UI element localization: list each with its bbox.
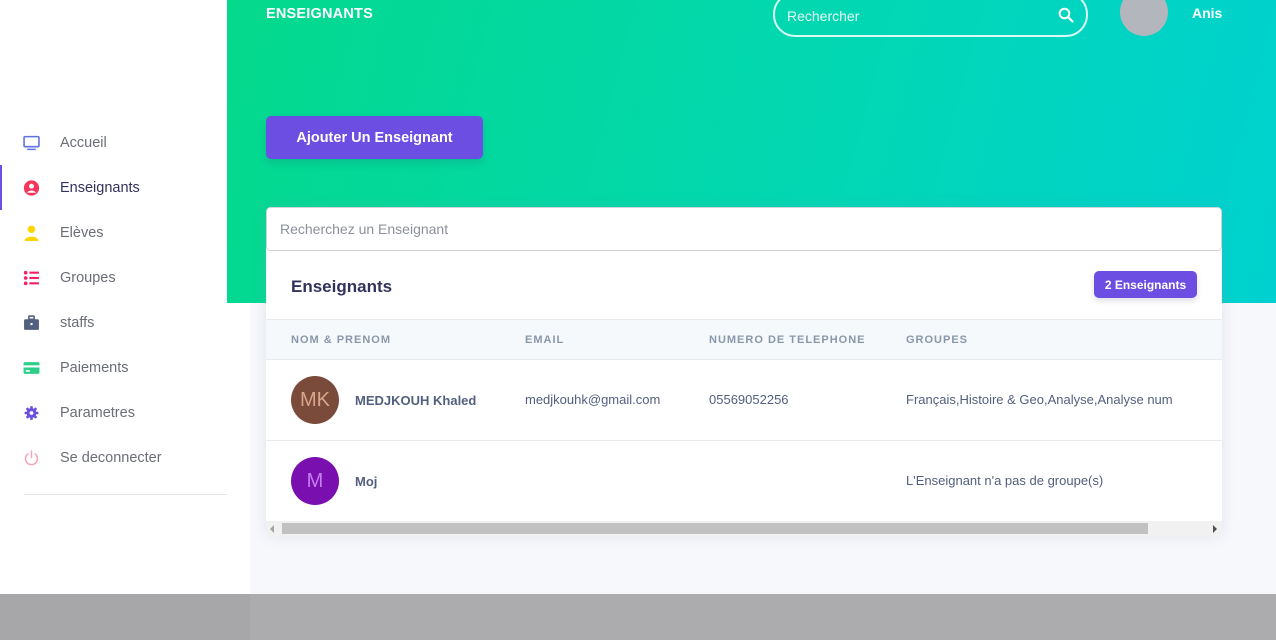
page-title: ENSEIGNANTS bbox=[266, 6, 373, 22]
person-icon bbox=[24, 225, 39, 241]
column-header-phone: NUMERO DE TELEPHONE bbox=[709, 334, 866, 346]
sidebar-divider bbox=[24, 494, 227, 495]
sidebar-item-accueil[interactable]: Accueil bbox=[0, 120, 250, 165]
column-header-name: NOM & PRENOM bbox=[291, 334, 391, 346]
sidebar-nav: Accueil Enseignants Elèves Groupes staff… bbox=[0, 120, 250, 480]
sidebar-item-label: Enseignants bbox=[60, 179, 140, 196]
sidebar-item-paiements[interactable]: Paiements bbox=[0, 345, 250, 390]
bottom-overlay bbox=[0, 594, 1276, 640]
teacher-groups: Français,Histoire & Geo,Analyse,Analyse … bbox=[906, 392, 1173, 407]
column-header-email: EMAIL bbox=[525, 334, 565, 346]
search-icon[interactable] bbox=[1058, 7, 1074, 23]
sidebar-item-label: Paiements bbox=[60, 359, 129, 376]
global-search bbox=[773, 0, 1088, 37]
sidebar-item-label: Parametres bbox=[60, 404, 135, 421]
sidebar: Accueil Enseignants Elèves Groupes staff… bbox=[0, 0, 250, 594]
table-header: NOM & PRENOM EMAIL NUMERO DE TELEPHONE G… bbox=[266, 319, 1222, 360]
teachers-card: Enseignants 2 Enseignants NOM & PRENOM E… bbox=[266, 207, 1222, 536]
sidebar-item-staffs[interactable]: staffs bbox=[0, 300, 250, 345]
scroll-right-icon[interactable] bbox=[1213, 525, 1217, 533]
teacher-search-input[interactable] bbox=[266, 207, 1222, 251]
sidebar-item-label: Groupes bbox=[60, 269, 116, 286]
avatar: MK bbox=[291, 376, 339, 424]
search-input[interactable] bbox=[787, 5, 1047, 27]
count-badge: 2 Enseignants bbox=[1094, 271, 1197, 298]
teacher-name[interactable]: MEDJKOUH Khaled bbox=[355, 393, 476, 408]
power-icon bbox=[24, 449, 39, 465]
credit-card-icon bbox=[23, 361, 40, 374]
card-title: Enseignants bbox=[291, 277, 393, 296]
scrollbar-thumb[interactable] bbox=[282, 523, 1148, 534]
user-name[interactable]: Anis bbox=[1192, 5, 1222, 21]
add-teacher-button[interactable]: Ajouter Un Enseignant bbox=[266, 116, 483, 159]
teacher-groups: L'Enseignant n'a pas de groupe(s) bbox=[906, 473, 1104, 488]
sidebar-item-logout[interactable]: Se deconnecter bbox=[0, 435, 250, 480]
briefcase-icon bbox=[24, 314, 39, 330]
sidebar-item-label: Se deconnecter bbox=[60, 449, 162, 466]
sidebar-item-label: staffs bbox=[60, 314, 95, 331]
sidebar-item-parametres[interactable]: Parametres bbox=[0, 390, 250, 435]
teacher-email: medjkouhk@gmail.com bbox=[525, 392, 661, 407]
sidebar-item-groupes[interactable]: Groupes bbox=[0, 255, 250, 300]
sidebar-item-label: Accueil bbox=[60, 134, 107, 151]
sidebar-item-enseignants[interactable]: Enseignants bbox=[0, 165, 250, 210]
user-circle-icon bbox=[23, 179, 40, 196]
avatar: M bbox=[291, 457, 339, 505]
scroll-left-icon[interactable] bbox=[270, 525, 274, 533]
sidebar-item-label: Elèves bbox=[60, 224, 104, 241]
teacher-name[interactable]: Moj bbox=[355, 474, 377, 489]
gear-icon bbox=[24, 405, 39, 420]
sidebar-item-eleves[interactable]: Elèves bbox=[0, 210, 250, 255]
column-header-groups: GROUPES bbox=[906, 334, 969, 346]
teacher-phone: 05569052256 bbox=[709, 392, 789, 407]
bottom-overlay-left bbox=[0, 594, 250, 640]
list-icon bbox=[23, 270, 39, 285]
horizontal-scrollbar[interactable] bbox=[266, 521, 1222, 536]
table-row[interactable]: MK MEDJKOUH Khaled medjkouhk@gmail.com 0… bbox=[266, 360, 1222, 441]
monitor-icon bbox=[23, 135, 40, 150]
table-row[interactable]: M Moj L'Enseignant n'a pas de groupe(s) bbox=[266, 441, 1222, 522]
